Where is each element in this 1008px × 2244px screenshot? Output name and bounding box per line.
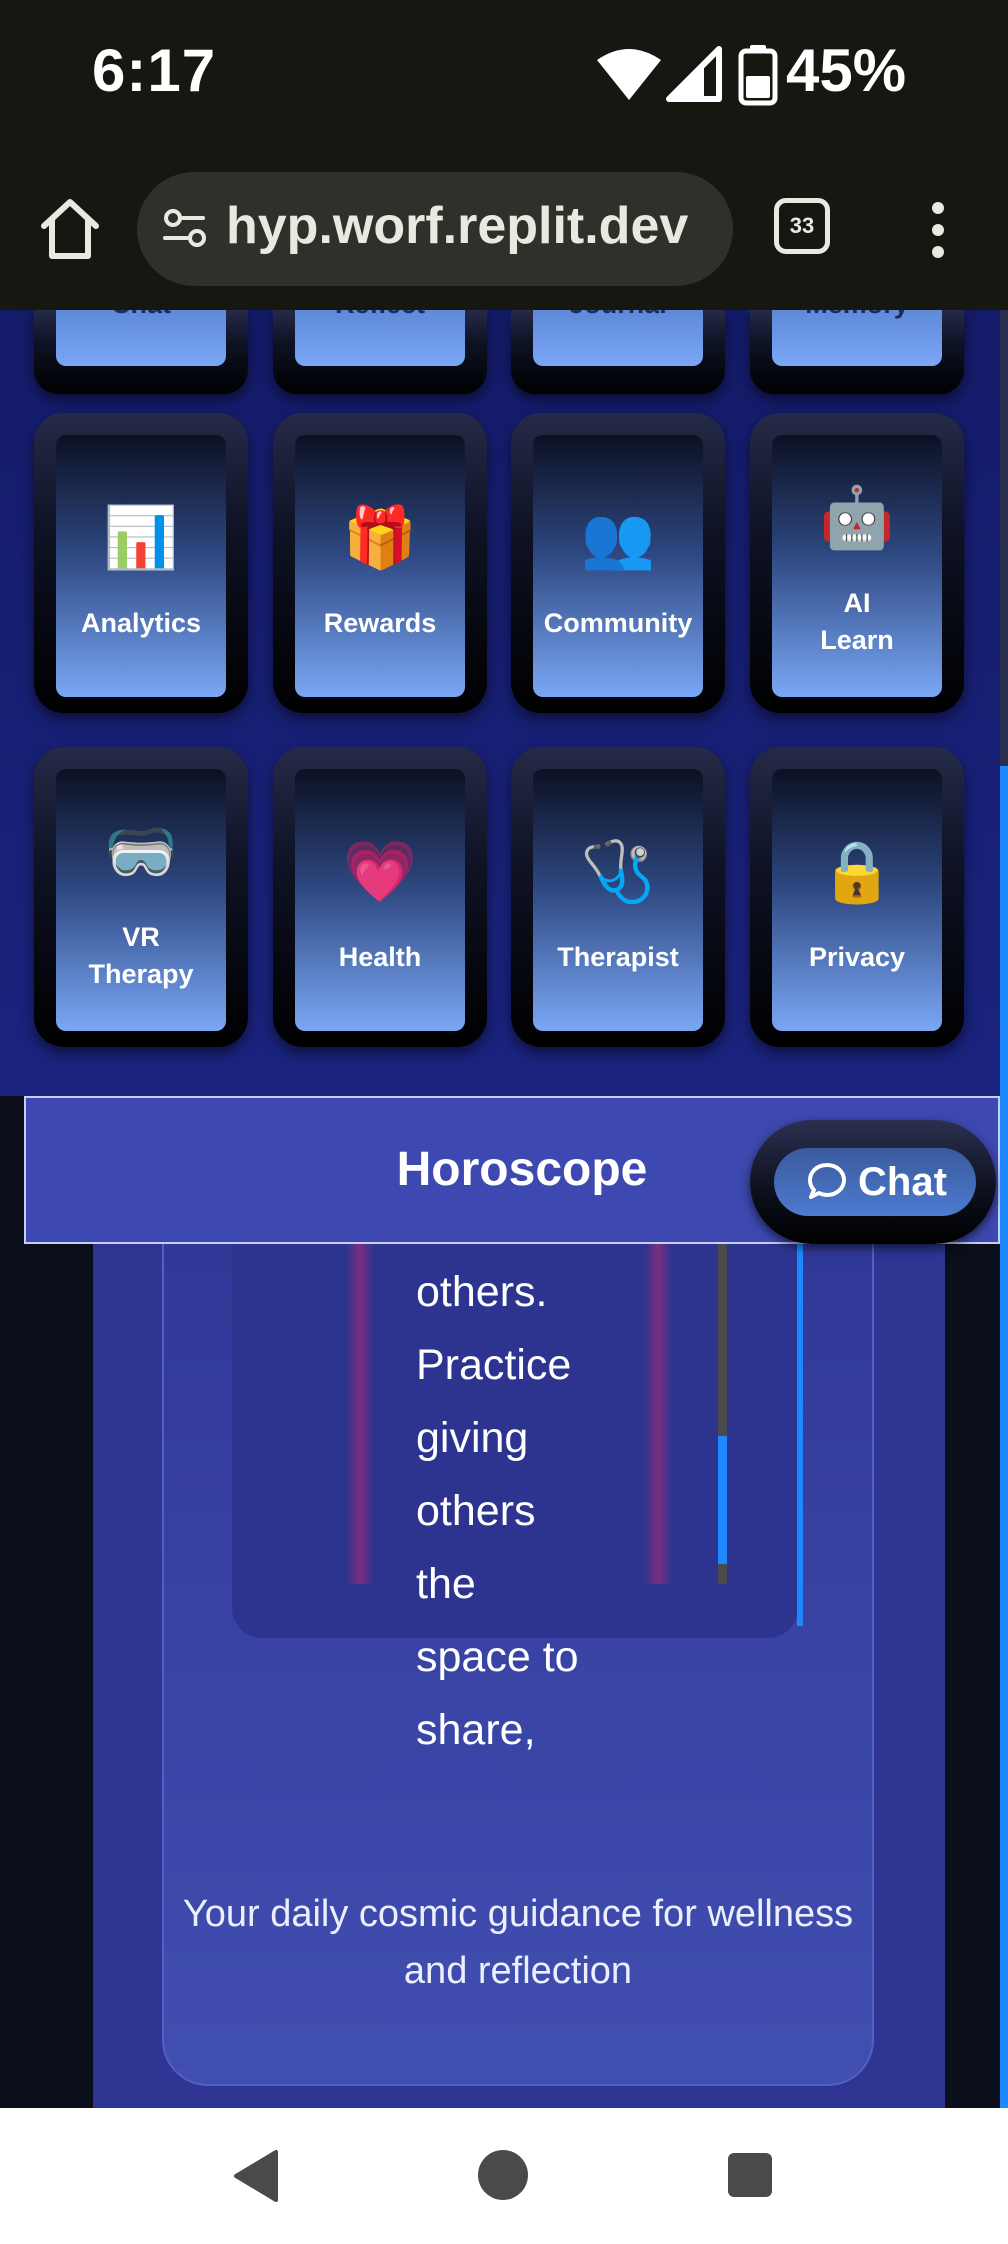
- chat-bubble-icon: [808, 1163, 846, 1199]
- status-time: 6:17: [92, 37, 217, 104]
- tile-chat[interactable]: Chat: [34, 310, 248, 394]
- chat-button-label[interactable]: Chat: [858, 1148, 947, 1216]
- tile-label: Chat: [44, 310, 238, 323]
- tile-privacy[interactable]: 🔒 Privacy: [750, 747, 964, 1047]
- horoscope-line: others.: [416, 1268, 548, 1316]
- tile-label: Health: [338, 942, 422, 972]
- battery-percent: 45%: [786, 37, 907, 104]
- tile-health[interactable]: 💗 Health: [273, 747, 487, 1047]
- horoscope-line: others: [416, 1487, 536, 1535]
- robot-icon: 🤖: [819, 484, 895, 551]
- feature-grid: Chat Reflect Journal Memory 📊 Analytics …: [0, 310, 1000, 1096]
- horoscope-line: share,: [416, 1706, 536, 1754]
- battery-icon: [738, 45, 778, 106]
- lock-icon: 🔒: [819, 838, 895, 905]
- tile-label: Journal: [521, 310, 715, 323]
- tile-label: Reflect: [283, 310, 477, 323]
- horoscope-subtitle: Your daily cosmic guidance for wellness …: [182, 1893, 854, 1992]
- tile-label: Memory: [760, 310, 954, 323]
- url-text[interactable]: hyp.worf.replit.dev: [226, 196, 716, 256]
- tab-switcher-button[interactable]: 33: [774, 198, 830, 254]
- horoscope-text: others. Practice giving others the space…: [416, 1256, 676, 1767]
- tile-memory[interactable]: Memory: [750, 310, 964, 394]
- heart-icon: 💗: [342, 838, 418, 905]
- text-glow-left: [346, 1240, 374, 1584]
- horoscope-line: the: [416, 1560, 476, 1608]
- recents-nav-button[interactable]: [728, 2153, 772, 2197]
- people-icon: 👥: [580, 504, 656, 571]
- stethoscope-icon: 🩺: [580, 838, 656, 905]
- tile-therapist[interactable]: 🩺 Therapist: [511, 747, 725, 1047]
- wifi-icon: [597, 49, 661, 100]
- tile-reflect[interactable]: Reflect: [273, 310, 487, 394]
- home-icon[interactable]: [30, 190, 110, 270]
- tile-rewards[interactable]: 🎁 Rewards: [273, 413, 487, 713]
- page-scrollbar-thumb[interactable]: [1000, 766, 1008, 2108]
- reading-box-scrollbar[interactable]: [797, 1240, 803, 1626]
- tile-analytics[interactable]: 📊 Analytics: [34, 413, 248, 713]
- vr-goggles-icon: 🥽: [103, 818, 179, 885]
- horoscope-line: giving: [416, 1414, 529, 1462]
- horoscope-line: space to: [416, 1633, 579, 1681]
- tile-vr-therapy[interactable]: 🥽 VR Therapy: [34, 747, 248, 1047]
- tile-label: Community: [543, 608, 693, 638]
- more-menu-icon[interactable]: [918, 198, 958, 262]
- text-scrollbar-thumb[interactable]: [718, 1436, 727, 1564]
- analytics-icon: 📊: [103, 504, 179, 571]
- back-icon[interactable]: [230, 2148, 282, 2204]
- tile-label: Therapist: [557, 942, 679, 972]
- signal-icon: [666, 46, 722, 102]
- tile-ai-learn[interactable]: 🤖 AI Learn: [750, 413, 964, 713]
- site-settings-icon[interactable]: [157, 198, 217, 258]
- tile-community[interactable]: 👥 Community: [511, 413, 725, 713]
- gift-icon: 🎁: [342, 504, 418, 571]
- tile-label: AI Learn: [820, 588, 894, 655]
- web-page: Chat Reflect Journal Memory 📊 Analytics …: [0, 310, 1008, 2108]
- home-nav-button[interactable]: [478, 2150, 528, 2200]
- tile-journal[interactable]: Journal: [511, 310, 725, 394]
- tile-label: Privacy: [808, 942, 906, 972]
- horoscope-line: Practice: [416, 1341, 572, 1389]
- tile-label: Rewards: [323, 608, 437, 638]
- tile-label: Analytics: [80, 608, 202, 638]
- tile-label: VR Therapy: [88, 922, 194, 989]
